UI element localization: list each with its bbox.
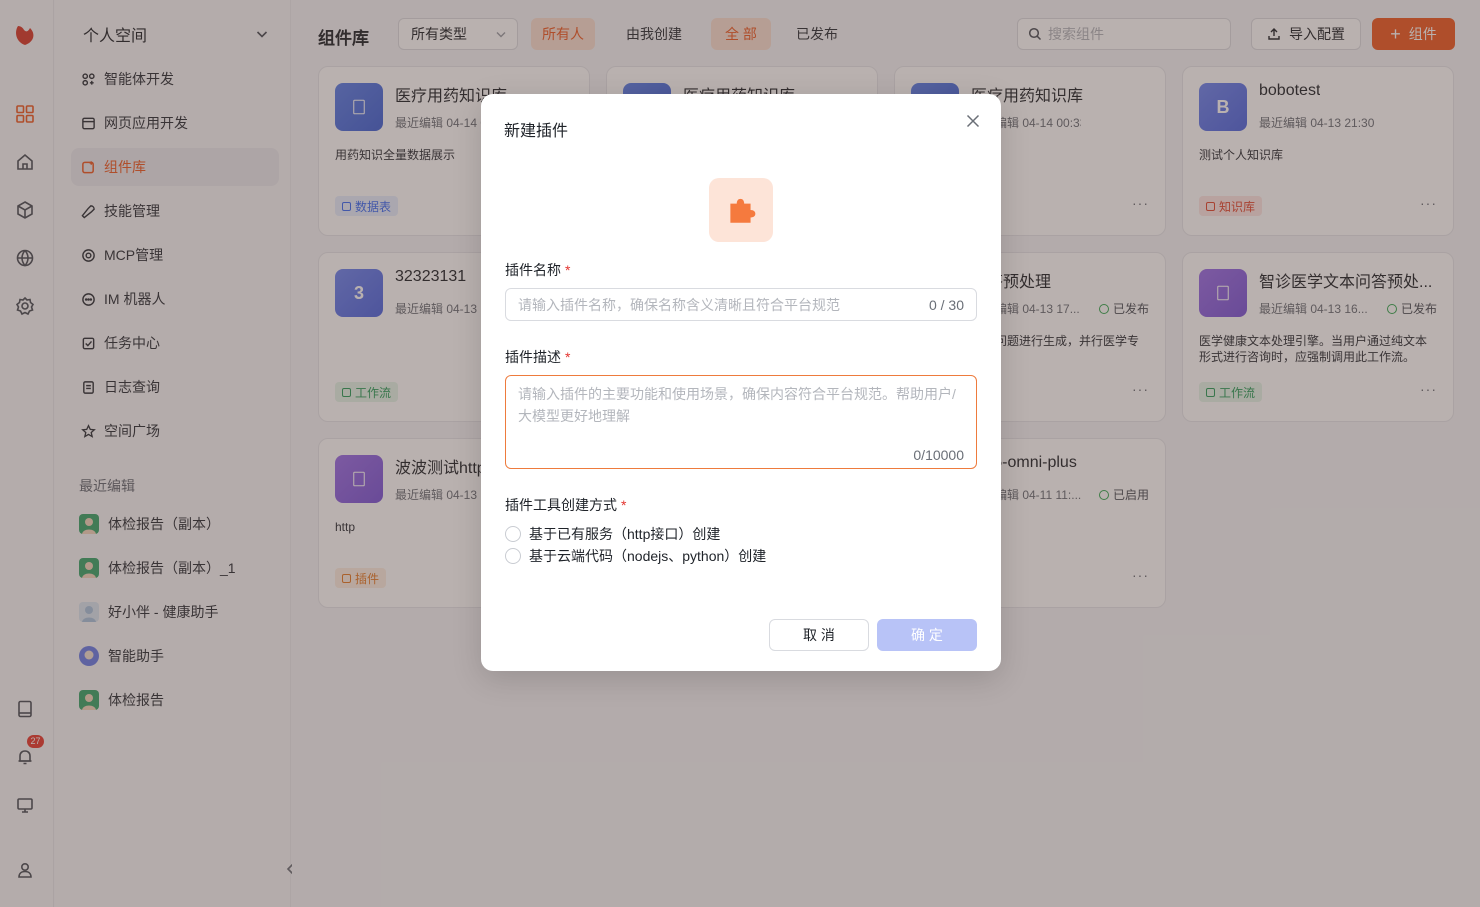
method-radio-cloud-code[interactable]: 基于云端代码（nodejs、python）创建	[505, 546, 766, 566]
confirm-button[interactable]: 确 定	[877, 619, 977, 651]
method-radio-http[interactable]: 基于已有服务（http接口）创建	[505, 524, 720, 544]
plugin-desc-label: 插件描述 *	[505, 349, 571, 365]
method-radio-label: 基于云端代码（nodejs、python）创建	[529, 548, 767, 564]
creation-method-label: 插件工具创建方式 *	[505, 497, 627, 513]
close-icon[interactable]	[965, 113, 981, 129]
dialog-title: 新建插件	[504, 123, 569, 140]
plugin-name-input[interactable]: 请输入插件名称，确保名称含义清晰且符合平台规范 0 / 30	[505, 288, 977, 321]
method-radio-label: 基于已有服务（http接口）创建	[529, 526, 721, 542]
new-plugin-dialog: 新建插件 插件名称 * 请输入插件名称，确保名称含义清晰且符合平台规范 0 / 3…	[481, 94, 1001, 671]
plugin-name-char-count: 0 / 30	[928, 296, 964, 313]
plugin-name-label: 插件名称 *	[505, 262, 571, 278]
plugin-name-placeholder: 请输入插件名称，确保名称含义清晰且符合平台规范	[518, 296, 840, 313]
plugin-desc-placeholder: 请输入插件的主要功能和使用场景，确保内容符合平台规范。帮助用户/大模型更好地理解	[518, 386, 956, 424]
plugin-desc-textarea[interactable]: 请输入插件的主要功能和使用场景，确保内容符合平台规范。帮助用户/大模型更好地理解…	[505, 375, 977, 469]
plugin-puzzle-icon[interactable]	[709, 178, 773, 242]
plugin-desc-char-count: 0/10000	[913, 447, 964, 463]
radio-circle[interactable]	[505, 526, 521, 542]
radio-circle[interactable]	[505, 548, 521, 564]
cancel-button[interactable]: 取 消	[769, 619, 869, 651]
